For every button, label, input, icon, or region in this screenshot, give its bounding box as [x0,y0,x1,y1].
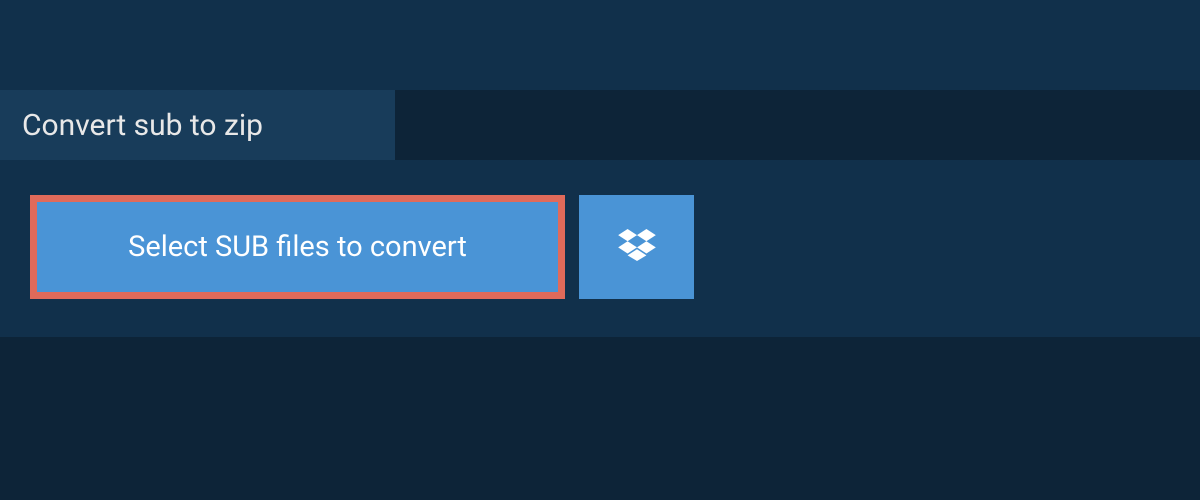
button-group: Select SUB files to convert [30,195,1170,299]
dropbox-button[interactable] [579,195,694,299]
tab-title: Convert sub to zip [22,108,263,143]
dropbox-icon [618,229,656,265]
select-files-label: Select SUB files to convert [128,230,467,264]
main-panel: Select SUB files to convert [0,160,1200,337]
conversion-tab[interactable]: Convert sub to zip [0,90,395,165]
select-files-button[interactable]: Select SUB files to convert [30,195,565,299]
top-strip [0,0,1200,90]
